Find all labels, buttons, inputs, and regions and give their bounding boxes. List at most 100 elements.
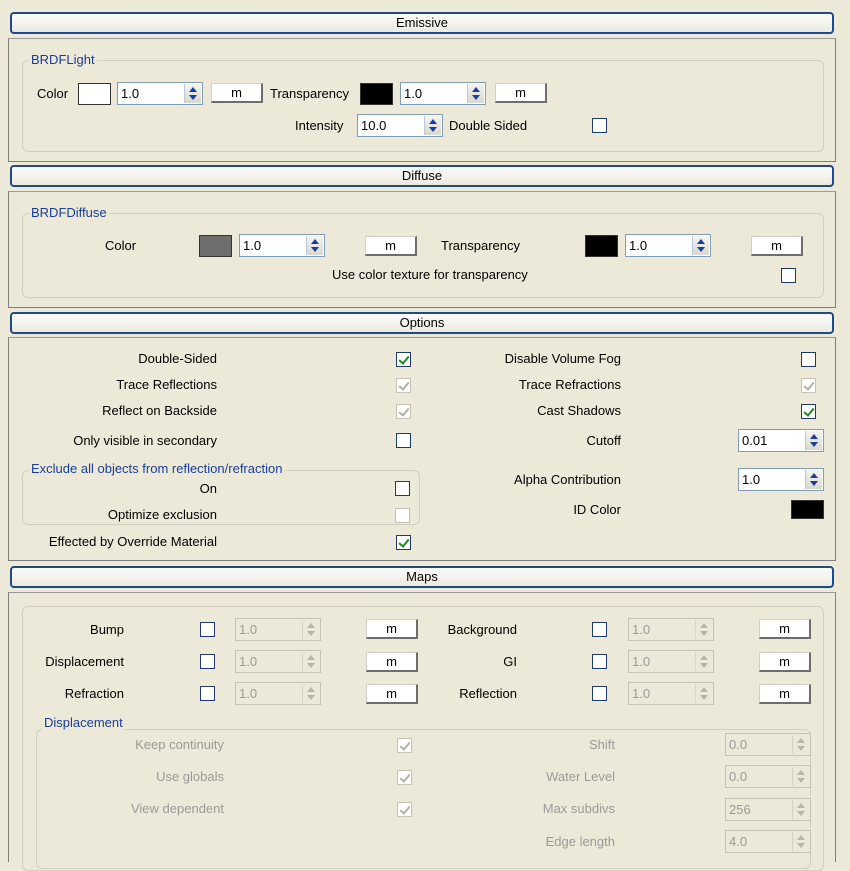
map-reflection-value[interactable]: 1.0 <box>632 686 650 702</box>
disp-keep-continuity-checkbox[interactable] <box>397 738 412 753</box>
diffuse-transparency-swatch[interactable] <box>585 235 618 257</box>
map-reflection-map-button[interactable]: m <box>759 684 811 704</box>
map-refraction-map-button[interactable]: m <box>366 684 418 704</box>
emissive-transparency-spinner[interactable]: 1.0 <box>400 82 486 105</box>
disp-edge-length-spinner[interactable]: 4.0 <box>725 830 811 853</box>
map-refraction-checkbox[interactable] <box>200 686 215 701</box>
opt-id-color-swatch[interactable] <box>791 500 824 519</box>
opt-trace-refractions-checkbox[interactable] <box>801 378 816 393</box>
opt-alpha-contribution-spinner[interactable]: 1.0 <box>738 468 824 491</box>
map-bump-map-button[interactable]: m <box>366 619 418 639</box>
opt-effected-override-checkbox[interactable] <box>396 535 411 550</box>
emissive-color-swatch[interactable] <box>78 83 111 105</box>
spin-down-icon[interactable] <box>307 631 315 636</box>
emissive-double-sided-checkbox[interactable] <box>592 118 607 133</box>
diffuse-color-spinner[interactable]: 1.0 <box>239 234 325 257</box>
emissive-transparency-value[interactable]: 1.0 <box>404 86 422 102</box>
spin-down-icon[interactable] <box>797 811 805 816</box>
spin-down-icon[interactable] <box>307 663 315 668</box>
spin-up-icon[interactable] <box>189 87 197 92</box>
diffuse-color-value[interactable]: 1.0 <box>243 238 261 254</box>
diffuse-transparency-map-button[interactable]: m <box>751 236 803 256</box>
emissive-intensity-spinner[interactable]: 10.0 <box>357 114 443 137</box>
spin-down-icon[interactable] <box>797 778 805 783</box>
opt-double-sided-checkbox[interactable] <box>396 352 411 367</box>
rollout-maps[interactable]: Maps <box>10 566 834 588</box>
spin-down-icon[interactable] <box>307 695 315 700</box>
opt-cutoff-spinner[interactable]: 0.01 <box>738 429 824 452</box>
emissive-color-spinner[interactable]: 1.0 <box>117 82 203 105</box>
spin-up-icon[interactable] <box>307 687 315 692</box>
opt-only-visible-secondary-checkbox[interactable] <box>396 433 411 448</box>
spin-down-icon[interactable] <box>810 481 818 486</box>
map-bump-checkbox[interactable] <box>200 622 215 637</box>
map-background-checkbox[interactable] <box>592 622 607 637</box>
disp-shift-spinner[interactable]: 0.0 <box>725 733 811 756</box>
map-reflection-checkbox[interactable] <box>592 686 607 701</box>
diffuse-transparency-spinner[interactable]: 1.0 <box>625 234 711 257</box>
spin-up-icon[interactable] <box>472 87 480 92</box>
spin-down-icon[interactable] <box>700 631 708 636</box>
emissive-color-value[interactable]: 1.0 <box>121 86 139 102</box>
spin-up-icon[interactable] <box>797 803 805 808</box>
rollout-emissive[interactable]: Emissive <box>10 12 834 34</box>
spin-up-icon[interactable] <box>700 623 708 628</box>
opt-cutoff-value[interactable]: 0.01 <box>742 433 767 449</box>
spin-down-icon[interactable] <box>697 247 705 252</box>
map-background-map-button[interactable]: m <box>759 619 811 639</box>
spin-up-icon[interactable] <box>797 770 805 775</box>
spin-up-icon[interactable] <box>700 687 708 692</box>
spin-down-icon[interactable] <box>810 442 818 447</box>
map-refraction-value[interactable]: 1.0 <box>239 686 257 702</box>
map-gi-value[interactable]: 1.0 <box>632 654 650 670</box>
opt-disable-volume-fog-checkbox[interactable] <box>801 352 816 367</box>
spin-up-icon[interactable] <box>429 119 437 124</box>
diffuse-use-color-texture-checkbox[interactable] <box>781 268 796 283</box>
spin-up-icon[interactable] <box>810 473 818 478</box>
map-background-value[interactable]: 1.0 <box>632 622 650 638</box>
spin-up-icon[interactable] <box>797 738 805 743</box>
map-bump-spinner[interactable]: 1.0 <box>235 618 321 641</box>
emissive-transparency-swatch[interactable] <box>360 83 393 105</box>
spin-down-icon[interactable] <box>472 95 480 100</box>
spin-down-icon[interactable] <box>700 663 708 668</box>
opt-exclude-on-checkbox[interactable] <box>395 481 410 496</box>
spin-down-icon[interactable] <box>797 746 805 751</box>
opt-optimize-exclusion-checkbox[interactable] <box>395 508 410 523</box>
diffuse-color-map-button[interactable]: m <box>365 236 417 256</box>
disp-max-subdivs-spinner[interactable]: 256 <box>725 798 811 821</box>
disp-water-level-spinner[interactable]: 0.0 <box>725 765 811 788</box>
rollout-diffuse[interactable]: Diffuse <box>10 165 834 187</box>
disp-max-subdivs-value[interactable]: 256 <box>729 802 751 818</box>
map-gi-checkbox[interactable] <box>592 654 607 669</box>
map-displacement-checkbox[interactable] <box>200 654 215 669</box>
spin-up-icon[interactable] <box>307 655 315 660</box>
opt-alpha-contribution-value[interactable]: 1.0 <box>742 472 760 488</box>
spin-up-icon[interactable] <box>700 655 708 660</box>
diffuse-color-swatch[interactable] <box>199 235 232 257</box>
disp-use-globals-checkbox[interactable] <box>397 770 412 785</box>
emissive-color-map-button[interactable]: m <box>211 83 263 103</box>
map-bump-value[interactable]: 1.0 <box>239 622 257 638</box>
rollout-options[interactable]: Options <box>10 312 834 334</box>
spin-up-icon[interactable] <box>810 434 818 439</box>
spin-up-icon[interactable] <box>311 239 319 244</box>
spin-down-icon[interactable] <box>189 95 197 100</box>
map-gi-spinner[interactable]: 1.0 <box>628 650 714 673</box>
emissive-transparency-map-button[interactable]: m <box>495 83 547 103</box>
map-displacement-value[interactable]: 1.0 <box>239 654 257 670</box>
spin-up-icon[interactable] <box>797 835 805 840</box>
opt-reflect-backside-checkbox[interactable] <box>396 404 411 419</box>
map-background-spinner[interactable]: 1.0 <box>628 618 714 641</box>
map-displacement-map-button[interactable]: m <box>366 652 418 672</box>
emissive-intensity-value[interactable]: 10.0 <box>361 118 386 134</box>
opt-cast-shadows-checkbox[interactable] <box>801 404 816 419</box>
spin-down-icon[interactable] <box>700 695 708 700</box>
disp-water-level-value[interactable]: 0.0 <box>729 769 747 785</box>
disp-edge-length-value[interactable]: 4.0 <box>729 834 747 850</box>
diffuse-transparency-value[interactable]: 1.0 <box>629 238 647 254</box>
map-refraction-spinner[interactable]: 1.0 <box>235 682 321 705</box>
map-reflection-spinner[interactable]: 1.0 <box>628 682 714 705</box>
disp-view-dependent-checkbox[interactable] <box>397 802 412 817</box>
spin-down-icon[interactable] <box>311 247 319 252</box>
